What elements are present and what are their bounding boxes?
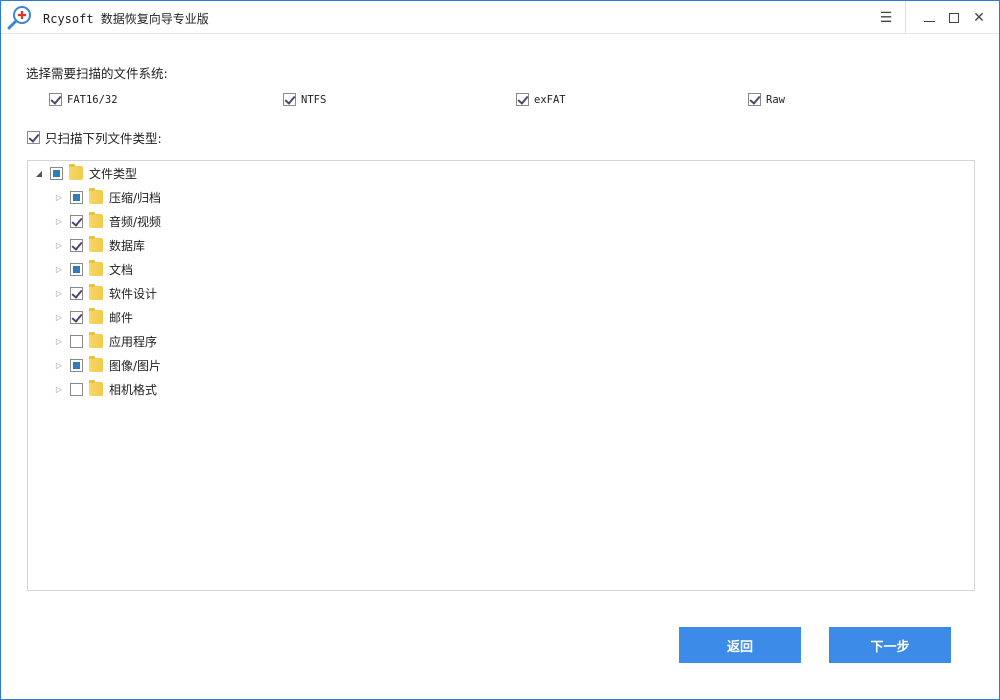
tree-checkbox[interactable] [70,382,83,396]
expand-arrow-icon[interactable]: ▷ [54,217,64,226]
filesystem-checkbox[interactable] [516,93,529,106]
tree-label: 软件设计 [109,286,158,301]
collapse-arrow-icon[interactable]: ◢ [34,169,44,178]
expand-arrow-icon[interactable]: ▷ [54,313,64,322]
hamburger-icon: ☰ [879,9,893,26]
tree-checkbox[interactable] [70,190,83,204]
tree-checkbox[interactable] [70,334,83,348]
folder-icon [89,308,103,324]
tree-label: 相机格式 [109,382,158,397]
filesystem-label: exFAT [534,93,566,106]
filetype-only-label: 只扫描下列文件类型: [45,131,162,146]
tree-label: 文档 [109,262,134,277]
menu-button[interactable]: ☰ [863,1,909,34]
tree-label: 应用程序 [109,334,158,349]
close-button[interactable]: ✕ [956,1,1000,34]
folder-icon [69,164,83,180]
close-icon: ✕ [973,9,985,26]
tree-root[interactable]: ◢ 文件类型 [34,163,137,183]
window-title: Rcysoft 数据恢复向导专业版 [43,12,209,26]
expand-arrow-icon[interactable]: ▷ [54,241,64,250]
filesystem-option[interactable]: NTFS [283,93,326,106]
filesystem-option[interactable]: FAT16/32 [49,93,118,106]
tree-checkbox[interactable] [70,238,83,252]
tree-checkbox[interactable] [70,286,83,300]
filetype-only-option[interactable]: 只扫描下列文件类型: [27,128,162,147]
filesystem-option[interactable]: Raw [748,93,785,106]
tree-checkbox[interactable] [70,214,83,228]
tree-item[interactable]: ▷ 文档 [54,259,133,279]
tree-checkbox[interactable] [70,310,83,324]
expand-arrow-icon[interactable]: ▷ [54,289,64,298]
tree-item[interactable]: ▷ 数据库 [54,235,145,255]
expand-arrow-icon[interactable]: ▷ [54,385,64,394]
expand-arrow-icon[interactable]: ▷ [54,193,64,202]
next-button[interactable]: 下一步 [829,627,951,663]
tree-item[interactable]: ▷ 相机格式 [54,379,157,399]
tree-label: 文件类型 [89,166,138,181]
expand-arrow-icon[interactable]: ▷ [54,337,64,346]
filesystem-checkbox[interactable] [748,93,761,106]
filesystem-label: 选择需要扫描的文件系统: [26,66,168,81]
folder-icon [89,188,103,204]
tree-item[interactable]: ▷ 压缩/归档 [54,187,161,207]
expand-arrow-icon[interactable]: ▷ [54,265,64,274]
filesystem-label: FAT16/32 [67,93,118,106]
tree-checkbox[interactable] [70,262,83,276]
tree-checkbox[interactable] [70,358,83,372]
filesystem-label: NTFS [301,93,327,106]
folder-icon [89,284,103,300]
tree-item[interactable]: ▷ 软件设计 [54,283,157,303]
title-bar: Rcysoft 数据恢复向导专业版 ☰ ✕ [1,1,999,34]
folder-icon [89,236,103,252]
filesystem-label: Raw [766,93,785,106]
folder-icon [89,332,103,348]
expand-arrow-icon[interactable]: ▷ [54,361,64,370]
folder-icon [89,356,103,372]
tree-item[interactable]: ▷ 应用程序 [54,331,157,351]
filesystem-checkbox[interactable] [283,93,296,106]
tree-item[interactable]: ▷ 音频/视频 [54,211,161,231]
tree-label: 音频/视频 [109,214,162,229]
folder-icon [89,380,103,396]
back-button[interactable]: 返回 [679,627,801,663]
tree-label: 邮件 [109,310,134,325]
app-window: Rcysoft 数据恢复向导专业版 ☰ ✕ 选择需要扫描的文件系统: FAT16… [0,0,1000,700]
tree-label: 压缩/归档 [109,190,162,205]
filesystem-option[interactable]: exFAT [516,93,566,106]
filesystem-checkbox[interactable] [49,93,62,106]
filetype-only-checkbox[interactable] [27,131,40,144]
folder-icon [89,212,103,228]
filetype-tree[interactable]: ◢ 文件类型 ▷ 压缩/归档 ▷ 音频/视频 ▷ 数据库 ▷ 文档 ▷ 软件设计 ▷ 邮件 ▷ 应用程序 ▷… [27,160,975,591]
tree-label: 图像/图片 [109,358,162,373]
folder-icon [89,260,103,276]
tree-item[interactable]: ▷ 邮件 [54,307,133,327]
magnifier-logo-icon [7,6,31,30]
tree-label: 数据库 [109,238,146,253]
tree-item[interactable]: ▷ 图像/图片 [54,355,161,375]
tree-checkbox[interactable] [50,166,63,180]
